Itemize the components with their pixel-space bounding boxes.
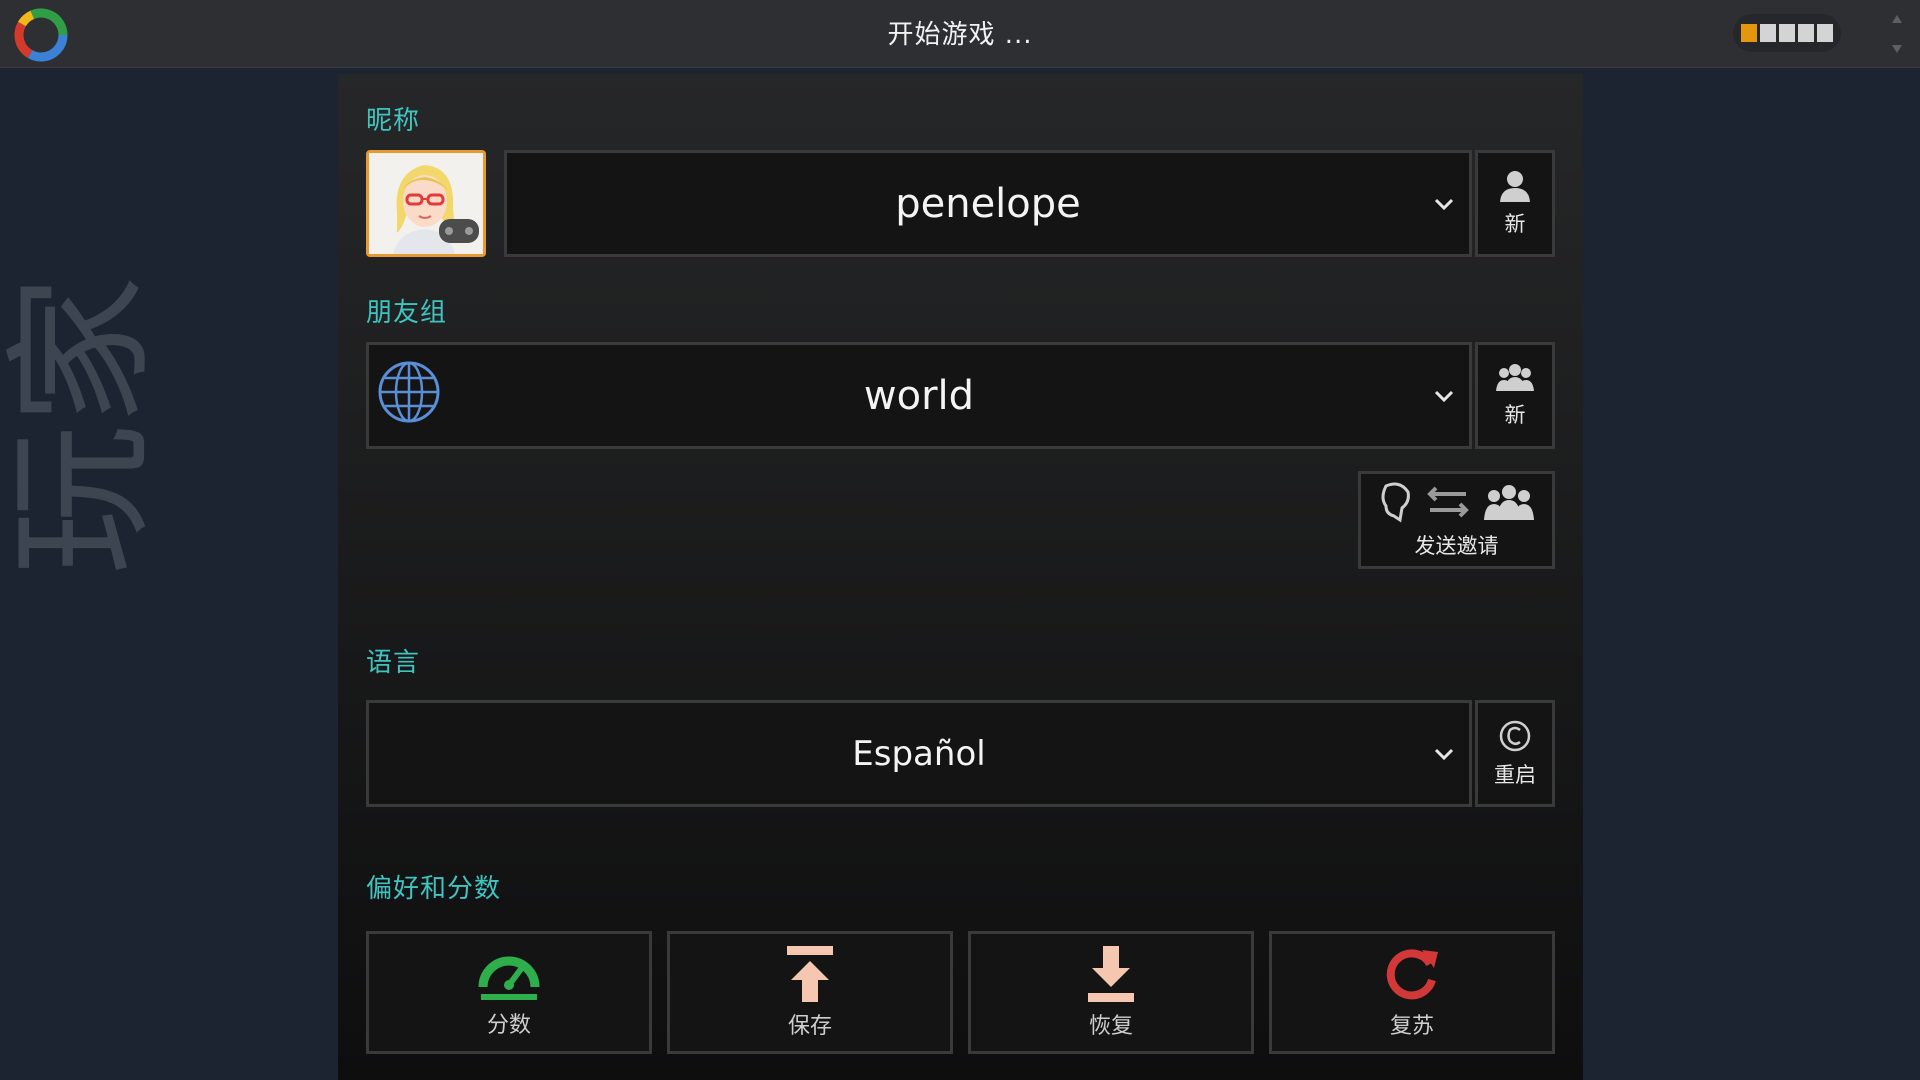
level-indicator <box>1733 14 1841 52</box>
globe-icon <box>378 361 440 423</box>
restore-label: 恢复 <box>1088 1013 1133 1039</box>
new-group-label: 新 <box>1504 402 1526 427</box>
scores-button[interactable]: 分数 <box>366 931 652 1054</box>
revive-label: 复苏 <box>1389 1013 1434 1039</box>
save-label: 保存 <box>787 1013 832 1039</box>
language-dropdown[interactable]: Español <box>366 700 1472 807</box>
avatar-icon <box>369 153 483 254</box>
new-player-button[interactable]: 新 <box>1475 150 1555 257</box>
user-icon <box>1500 170 1530 202</box>
nickname-value: penelope <box>895 180 1081 227</box>
send-invite-button[interactable]: 发送邀请 <box>1358 471 1555 569</box>
level-segment <box>1817 24 1833 42</box>
level-segment <box>1760 24 1776 42</box>
chevron-down-icon <box>1434 198 1454 210</box>
friend-group-dropdown[interactable]: world <box>366 342 1472 449</box>
top-bar: 开始游戏 ... <box>0 0 1920 68</box>
restart-button[interactable]: 重启 <box>1475 700 1555 807</box>
nickname-label: 昵称 <box>366 106 421 136</box>
invite-icon <box>1381 482 1534 523</box>
revive-button[interactable]: 复苏 <box>1269 931 1555 1054</box>
send-invite-label: 发送邀请 <box>1414 534 1499 558</box>
restore-button[interactable]: 恢复 <box>968 931 1254 1054</box>
scores-label: 分数 <box>486 1012 531 1038</box>
new-player-label: 新 <box>1504 211 1526 236</box>
friend-group-value: world <box>863 372 975 419</box>
new-group-button[interactable]: 新 <box>1475 342 1555 449</box>
level-segment <box>1798 24 1814 42</box>
download-icon <box>1088 945 1134 1002</box>
scroll-arrows-icon[interactable] <box>1890 12 1904 56</box>
gauge-icon <box>478 956 540 1000</box>
save-button[interactable]: 保存 <box>667 931 953 1054</box>
upload-icon <box>787 945 833 1002</box>
restart-icon <box>1499 720 1531 751</box>
chevron-down-icon <box>1434 748 1454 760</box>
friend-group-label: 朋友组 <box>366 298 448 328</box>
level-segment <box>1779 24 1795 42</box>
restart-label: 重启 <box>1494 762 1536 787</box>
language-label: 语言 <box>366 648 421 678</box>
side-vertical-title: 玩家 <box>0 274 169 575</box>
level-segment <box>1741 24 1757 42</box>
nickname-dropdown[interactable]: penelope <box>504 150 1472 257</box>
prefs-label: 偏好和分数 <box>366 874 502 904</box>
avatar[interactable] <box>366 150 486 257</box>
language-value: Español <box>852 733 986 774</box>
revive-icon <box>1386 948 1438 999</box>
group-icon <box>1496 363 1534 391</box>
settings-panel: 昵称 penelope 新 朋友组 world 新 发送邀请 语言 Españo… <box>338 74 1583 1080</box>
chevron-down-icon <box>1434 390 1454 402</box>
page-title: 开始游戏 ... <box>887 20 1033 50</box>
